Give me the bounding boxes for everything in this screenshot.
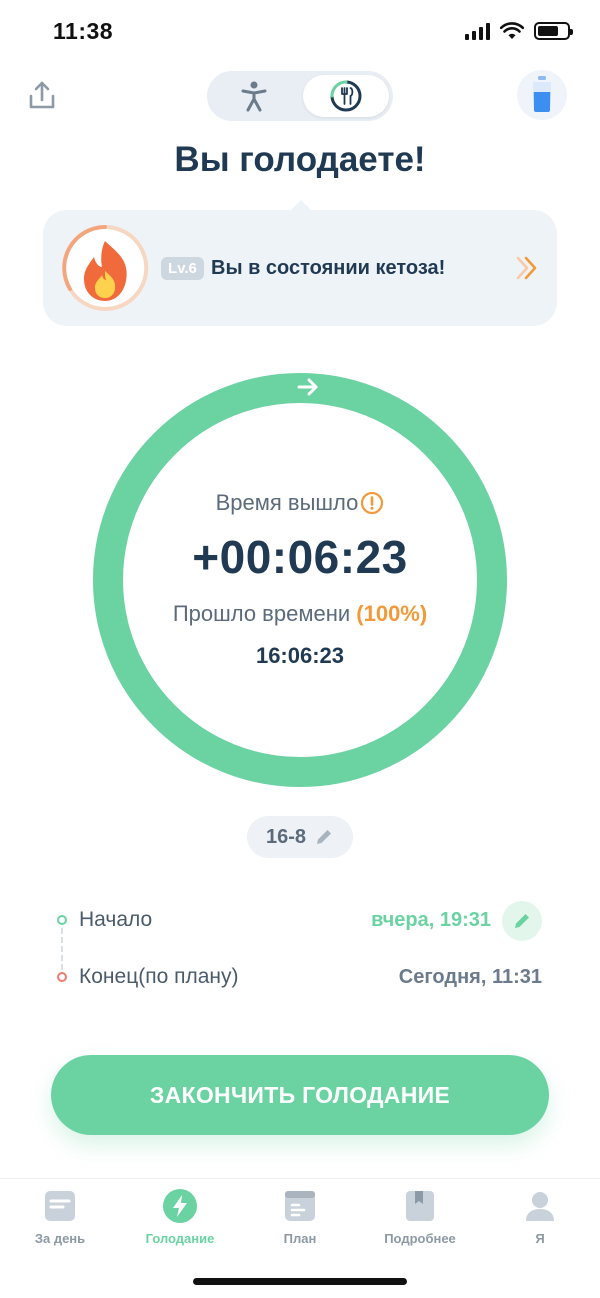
profile-icon [526, 1192, 554, 1221]
start-label: Начало [79, 908, 153, 931]
overtime-value: +00:06:23 [192, 531, 408, 583]
pencil-icon [515, 914, 529, 928]
tab-label: План [283, 1231, 317, 1246]
ketosis-status-text: Вы в состоянии кетоза! [211, 257, 446, 279]
share-icon [29, 81, 55, 109]
tab-day[interactable]: За день [0, 1189, 120, 1246]
status-time: 11:38 [53, 18, 114, 44]
elapsed-percent: (100%) [356, 601, 428, 626]
person-icon [241, 81, 267, 112]
end-label: Конец(по плану) [79, 965, 239, 988]
double-chevron-right-icon [516, 256, 537, 280]
end-dot [57, 972, 67, 982]
warning-icon [361, 491, 384, 515]
ketosis-card[interactable]: Lv.6 Вы в состоянии кетоза! [43, 210, 557, 326]
elapsed-time: 16:06:23 [255, 643, 345, 668]
schedule-connector [61, 928, 63, 970]
tab-fasting[interactable]: Голодание [120, 1189, 240, 1246]
plan-list-icon [285, 1191, 315, 1221]
tab-label: Я [535, 1231, 545, 1246]
end-fasting-button[interactable]: ЗАКОНЧИТЬ ГОЛОДАНИЕ [51, 1055, 549, 1135]
document-icon [45, 1191, 75, 1221]
arrow-right-icon [297, 378, 318, 396]
page-title: Вы голодаете! [174, 140, 426, 179]
toggle-activity[interactable] [211, 75, 297, 117]
tab-label: За день [34, 1231, 86, 1246]
tab-label: Голодание [145, 1231, 215, 1246]
status-icons [465, 22, 573, 40]
end-time: Сегодня, 11:31 [398, 966, 542, 988]
share-button[interactable] [24, 78, 60, 114]
time-up-label: Время вышло [0, 490, 600, 516]
tab-more[interactable]: Подробнее [360, 1189, 480, 1246]
level-chip: Lv.6 [161, 257, 204, 280]
cellular-signal-icon [465, 22, 490, 40]
elapsed-label: Прошло времени [172, 601, 351, 626]
water-glass-icon [533, 76, 551, 112]
toggle-fasting[interactable] [303, 75, 389, 117]
plan-chip[interactable]: 16-8 [247, 816, 353, 858]
flame-icon [62, 224, 149, 311]
time-up-text: Время вышло [215, 490, 359, 515]
wifi-icon [500, 22, 524, 39]
battery-icon [534, 22, 573, 40]
tab-profile[interactable]: Я [480, 1189, 600, 1246]
tab-plan[interactable]: План [240, 1189, 360, 1246]
home-indicator [193, 1278, 407, 1285]
start-time[interactable]: вчера, 19:31 [371, 909, 491, 932]
lightning-icon [163, 1189, 197, 1223]
bookmark-book-icon [406, 1191, 434, 1221]
mode-toggle[interactable] [207, 71, 393, 121]
tab-label: Подробнее [384, 1231, 456, 1246]
edit-start-button[interactable] [502, 901, 542, 941]
pencil-icon [317, 830, 332, 844]
fasting-clock-icon [330, 80, 362, 112]
plan-label: 16-8 [265, 825, 307, 848]
water-button[interactable] [517, 70, 567, 120]
elapsed-row: Прошло времени (100%) [0, 601, 600, 627]
start-dot [57, 915, 67, 925]
